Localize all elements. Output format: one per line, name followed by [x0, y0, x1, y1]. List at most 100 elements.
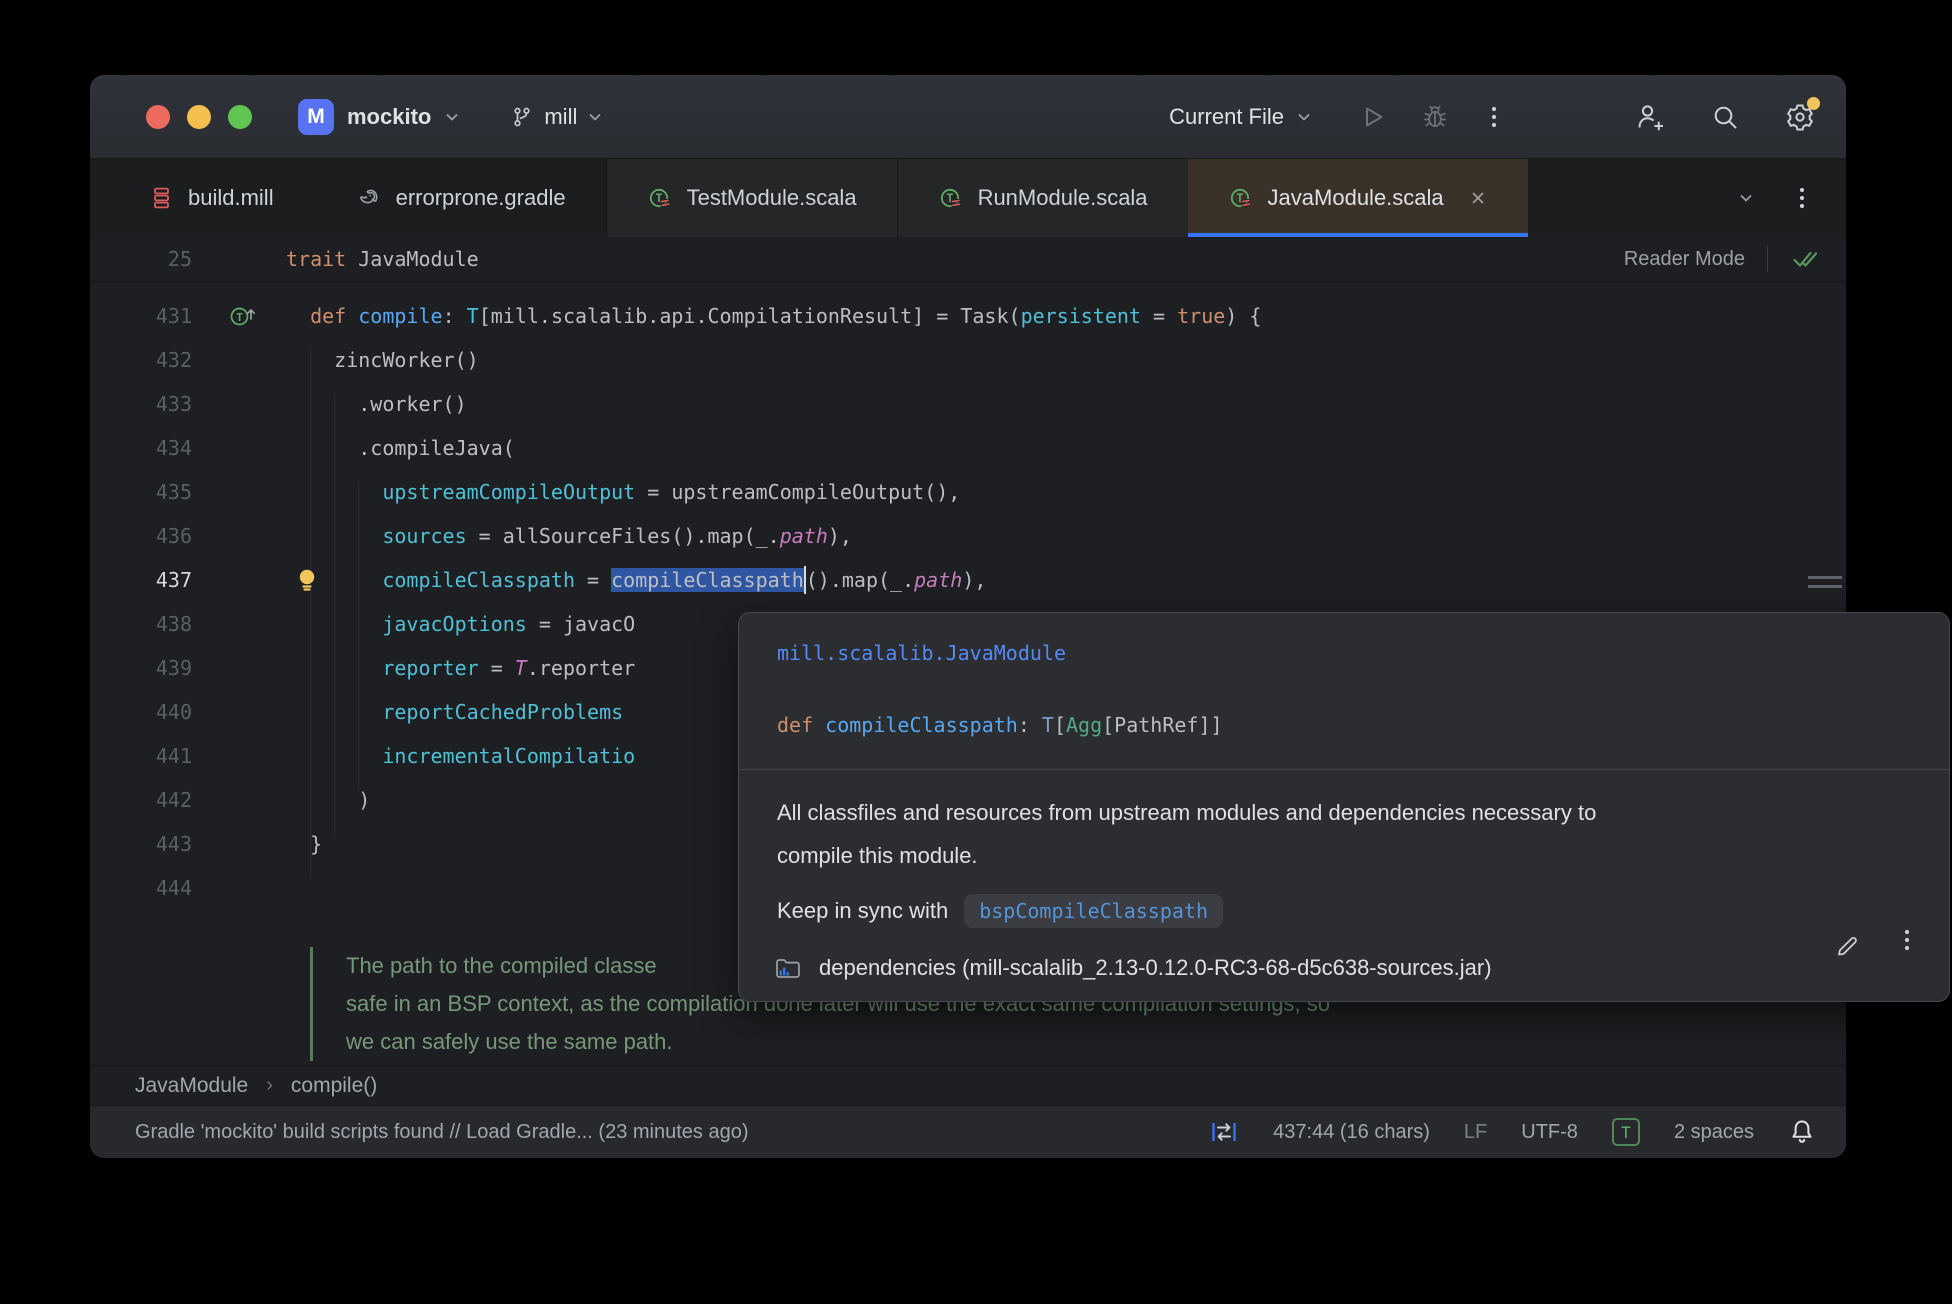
line-number[interactable]: 440: [90, 690, 200, 734]
line-number[interactable]: 436: [90, 514, 200, 558]
notifications-bell[interactable]: [1788, 1117, 1816, 1147]
line-number[interactable]: 432: [90, 338, 200, 382]
code-line-434[interactable]: 434 .compileJava(: [90, 426, 1846, 470]
tab-label: TestModule.scala: [686, 185, 857, 210]
gutter: [200, 602, 286, 646]
sticky-code[interactable]: trait JavaModule: [286, 247, 479, 271]
divider: [1767, 246, 1768, 272]
tab-JavaModule.scala[interactable]: T JavaModule.scala: [1187, 159, 1528, 237]
desktop-background: M mockito mill Current File build.mill e…: [0, 0, 1952, 1304]
tab-label: build.mill: [188, 185, 274, 210]
line-number[interactable]: 438: [90, 602, 200, 646]
code-line-433[interactable]: 433 .worker(): [90, 382, 1846, 426]
sticky-header-line[interactable]: 25 trait JavaModule Reader Mode: [90, 237, 1846, 282]
tab-TestModule.scala[interactable]: T TestModule.scala: [605, 159, 897, 237]
doc-source-jar[interactable]: dependencies (mill-scalalib_2.13-0.12.0-…: [819, 955, 1492, 981]
text-line: All classfiles and resources from upstre…: [777, 800, 1597, 825]
doc-qualified-name[interactable]: mill.scalalib.JavaModule: [777, 641, 1066, 665]
close-window-button[interactable]: [146, 104, 170, 129]
line-number[interactable]: 443: [90, 822, 200, 866]
run-button[interactable]: [1358, 102, 1388, 132]
code-text: javacOptions = javacO: [382, 612, 636, 636]
run-config-selector[interactable]: Current File: [1169, 104, 1312, 130]
code-line-437[interactable]: 437 compileClasspath = compileClasspath(…: [90, 558, 1846, 602]
tab-options-button[interactable]: [1790, 185, 1814, 211]
chevron-down-icon: [1296, 109, 1312, 125]
code-text: compileClasspath = compileClasspath ().ma…: [286, 558, 986, 602]
code-text: upstreamCompileOutput = upstreamCompileO…: [382, 480, 961, 504]
fullscreen-window-button[interactable]: [228, 104, 252, 129]
titlebar[interactable]: M mockito mill Current File: [90, 75, 1846, 159]
settings-update-badge: [1807, 96, 1820, 110]
tab-build.mill[interactable]: build.mill: [110, 159, 314, 237]
editor-tabs: build.mill errorprone.gradle T TestModule.s…: [90, 159, 1528, 237]
breadcrumb-member[interactable]: compile(): [291, 1074, 377, 1098]
doc-code-link[interactable]: bspCompileClasspath: [964, 894, 1223, 928]
line-number[interactable]: 441: [90, 734, 200, 778]
library-folder-icon: [773, 954, 803, 982]
line-separator[interactable]: LF: [1464, 1121, 1487, 1144]
override-icon[interactable]: T: [200, 294, 286, 338]
status-message[interactable]: Gradle 'mockito' build scripts found // …: [135, 1121, 749, 1144]
search-everywhere-button[interactable]: [1710, 102, 1740, 132]
tab-RunModule.scala[interactable]: T RunModule.scala: [896, 159, 1188, 237]
breadcrumb-class[interactable]: JavaModule: [135, 1074, 248, 1098]
code-line-432[interactable]: 432 zincWorker(): [90, 338, 1846, 382]
doc-sync-label: Keep in sync with: [777, 898, 949, 923]
reader-mode-label[interactable]: Reader Mode: [1624, 248, 1745, 271]
git-branch-icon: [510, 105, 534, 129]
minimize-window-button[interactable]: [187, 104, 211, 129]
gutter: [200, 778, 286, 822]
breadcrumb-separator: ›: [266, 1074, 273, 1096]
line-number[interactable]: 442: [90, 778, 200, 822]
tab-label: JavaModule.scala: [1267, 185, 1444, 210]
line-number[interactable]: 433: [90, 382, 200, 426]
breadcrumbs: JavaModule › compile(): [90, 1065, 1846, 1105]
branch-name: mill: [544, 103, 578, 129]
project-icon: M: [298, 98, 334, 135]
debug-button[interactable]: [1420, 102, 1450, 132]
code-text: def compile: T[mill.scalalib.api.Compila…: [310, 304, 1262, 328]
caret-position[interactable]: 437:44 (16 chars): [1273, 1121, 1430, 1144]
code-line-435[interactable]: 435 upstreamCompileOutput = upstreamComp…: [90, 470, 1846, 514]
settings-button[interactable]: [1784, 96, 1820, 133]
code-text: .worker(): [286, 392, 467, 416]
tab-errorprone.gradle[interactable]: errorprone.gradle: [314, 159, 606, 237]
intention-bulb-icon[interactable]: [294, 566, 320, 594]
edit-source-button[interactable]: [1831, 929, 1861, 959]
type-aware-highlighting-badge[interactable]: T: [1611, 1118, 1640, 1146]
code-line-436[interactable]: 436 sources = allSourceFiles().map(_.pat…: [90, 514, 1846, 558]
inspections-ok-icon[interactable]: [1790, 246, 1820, 272]
doc-signature: def compileClasspath: T[Agg[PathRef]]: [777, 713, 1223, 737]
code-text: reportCachedProblems: [382, 700, 624, 724]
gutter: [200, 690, 286, 734]
run-actions: [1358, 102, 1506, 132]
gutter: [200, 866, 286, 910]
scrollbar-marker[interactable]: [1808, 576, 1842, 594]
ide-window: M mockito mill Current File build.mill e…: [90, 75, 1950, 1158]
caret-position-icon[interactable]: [1209, 1117, 1239, 1147]
doc-source-row: dependencies (mill-scalalib_2.13-0.12.0-…: [773, 954, 1492, 982]
doc-more-button[interactable]: [1895, 927, 1919, 953]
code-text: ): [286, 788, 371, 812]
more-run-actions-button[interactable]: [1482, 104, 1506, 130]
code-with-me-button[interactable]: [1634, 101, 1666, 133]
code-text: zincWorker(): [286, 348, 479, 372]
run-config-label: Current File: [1169, 103, 1284, 129]
line-number[interactable]: 431: [90, 294, 200, 338]
code-line-431[interactable]: 431 T def compile: T[mill.scalalib.api.Co…: [90, 294, 1846, 338]
vcs-branch-widget[interactable]: mill: [510, 104, 603, 130]
quick-doc-popup: mill.scalalib.JavaModule def compileClas…: [738, 612, 1950, 1002]
line-number[interactable]: 444: [90, 866, 200, 910]
line-number[interactable]: 439: [90, 646, 200, 690]
hidden-tabs-dropdown[interactable]: [1738, 190, 1754, 206]
close-tab-icon[interactable]: [1468, 188, 1488, 208]
line-number[interactable]: 435: [90, 470, 200, 514]
indent-config[interactable]: 2 spaces: [1674, 1121, 1754, 1144]
project-name: mockito: [347, 103, 432, 129]
line-number[interactable]: 434: [90, 426, 200, 470]
project-widget[interactable]: M mockito: [298, 98, 460, 135]
file-encoding[interactable]: UTF-8: [1521, 1121, 1578, 1144]
line-number[interactable]: 437: [90, 558, 200, 602]
tab-label: RunModule.scala: [977, 185, 1148, 210]
